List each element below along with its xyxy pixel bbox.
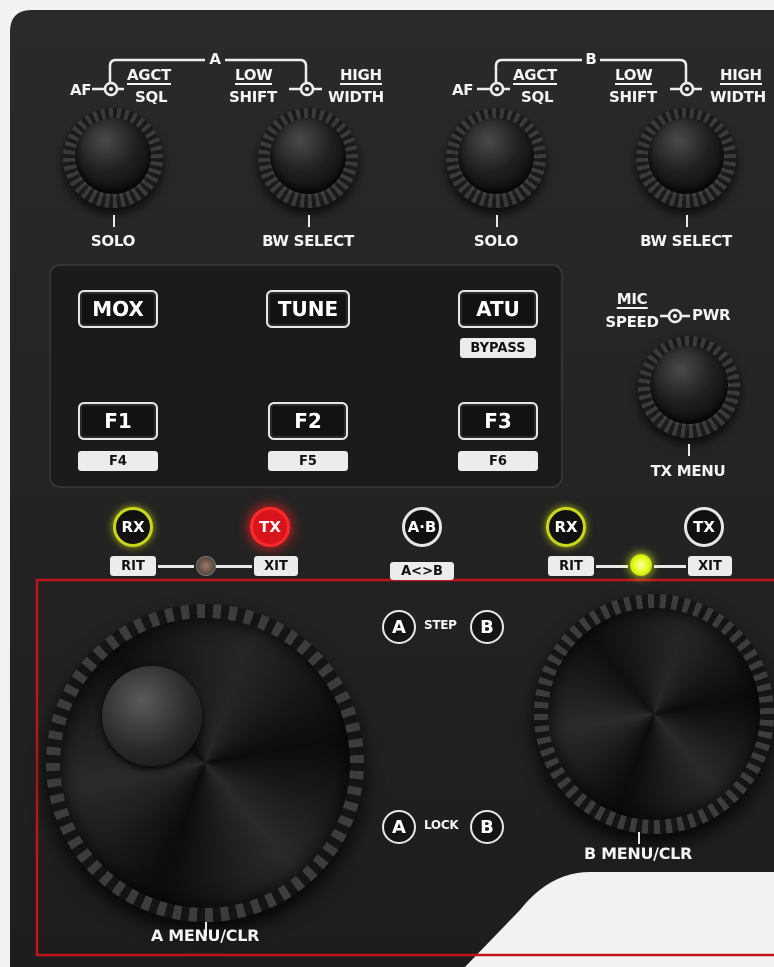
main-dial-b-face [548, 608, 760, 820]
tune-button[interactable]: TUNE [266, 290, 350, 328]
a-menu-clr-label: A MENU/CLR [150, 926, 260, 945]
knob-tick [308, 215, 310, 227]
rx-button-a[interactable]: RX [113, 507, 153, 547]
rit-label-a: RIT [110, 556, 156, 576]
knob-connector-icon [92, 81, 124, 97]
knob-tick [638, 832, 640, 844]
rit-xit-line [596, 565, 628, 568]
lock-label: LOCK [424, 818, 459, 832]
led-icon [630, 554, 652, 576]
width-label: WIDTH [328, 88, 384, 106]
ab-button[interactable]: A·B [402, 507, 442, 547]
shift-label: SHIFT [229, 88, 277, 106]
high-label-b: HIGH [720, 66, 762, 85]
tx-menu-label: TX MENU [650, 462, 726, 480]
main-dial-b[interactable] [534, 594, 774, 834]
group-a-label: A [209, 50, 221, 68]
tx-button-a[interactable]: TX [250, 507, 290, 547]
shift-width-knob-b[interactable] [636, 108, 736, 208]
knob-tick [496, 215, 498, 227]
shift-width-knob-a[interactable] [258, 108, 358, 208]
knob-connector-icon [289, 81, 322, 97]
pwr-label: PWR [692, 306, 731, 324]
step-a-button[interactable]: A [382, 610, 416, 644]
main-dial-a[interactable] [46, 604, 364, 922]
mic-label: MIC [616, 290, 648, 309]
solo-label-b: SOLO [473, 232, 519, 250]
af-sql-knob-b[interactable] [446, 108, 546, 208]
tx-button-b[interactable]: TX [684, 507, 724, 547]
f2-button[interactable]: F2 [268, 402, 348, 440]
shift-label-b: SHIFT [609, 88, 657, 106]
af-sql-knob-a[interactable] [63, 108, 163, 208]
rx-button-b[interactable]: RX [546, 507, 586, 547]
xit-label-b: XIT [688, 556, 732, 576]
rit-xit-line [654, 565, 686, 568]
low-label: LOW [235, 66, 273, 85]
knob-connector-icon [670, 81, 702, 97]
width-label-b: WIDTH [710, 88, 766, 106]
bw-select-label-b: BW SELECT [640, 232, 732, 250]
solo-label-a: SOLO [90, 232, 136, 250]
agct-label-b: AGCT [513, 66, 557, 85]
knob-tick [686, 215, 688, 227]
xit-label-a: XIT [254, 556, 298, 576]
a-swap-b-label: A<>B [390, 562, 454, 580]
high-label: HIGH [340, 66, 382, 85]
f4-label: F4 [78, 451, 158, 471]
group-brackets [92, 58, 702, 97]
step-b-button[interactable]: B [470, 610, 504, 644]
rit-xit-line [158, 565, 194, 568]
agct-label: AGCT [127, 66, 171, 85]
rit-label-b: RIT [548, 556, 594, 576]
group-b-label: B [585, 50, 597, 68]
af-label: AF [70, 81, 92, 99]
sql-label-b: SQL [521, 88, 554, 106]
knob-tick [688, 444, 690, 456]
mic-speed-knob[interactable] [638, 336, 740, 438]
atu-button[interactable]: ATU [458, 290, 538, 328]
radio-front-panel: A B AF AGCT SQL LOW SHIFT HIGH WIDTH AF … [10, 10, 774, 967]
b-menu-clr-label: B MENU/CLR [583, 844, 693, 863]
speed-label: SPEED [605, 313, 659, 331]
knob-tick [113, 215, 115, 227]
mox-button[interactable]: MOX [78, 290, 158, 328]
bypass-label: BYPASS [460, 338, 536, 358]
f6-label: F6 [458, 451, 538, 471]
knob-connector-icon [477, 81, 510, 97]
af-label-b: AF [452, 81, 474, 99]
main-dial-a-face [60, 618, 350, 908]
f3-button[interactable]: F3 [458, 402, 538, 440]
led-icon [196, 556, 216, 576]
sql-label: SQL [135, 88, 168, 106]
low-label-b: LOW [615, 66, 653, 85]
finger-spinner[interactable] [102, 666, 202, 766]
f5-label: F5 [268, 451, 348, 471]
f1-button[interactable]: F1 [78, 402, 158, 440]
rit-xit-line [216, 565, 252, 568]
lock-a-button[interactable]: A [382, 810, 416, 844]
step-label: STEP [424, 618, 457, 632]
bw-select-label-a: BW SELECT [262, 232, 354, 250]
lock-b-button[interactable]: B [470, 810, 504, 844]
